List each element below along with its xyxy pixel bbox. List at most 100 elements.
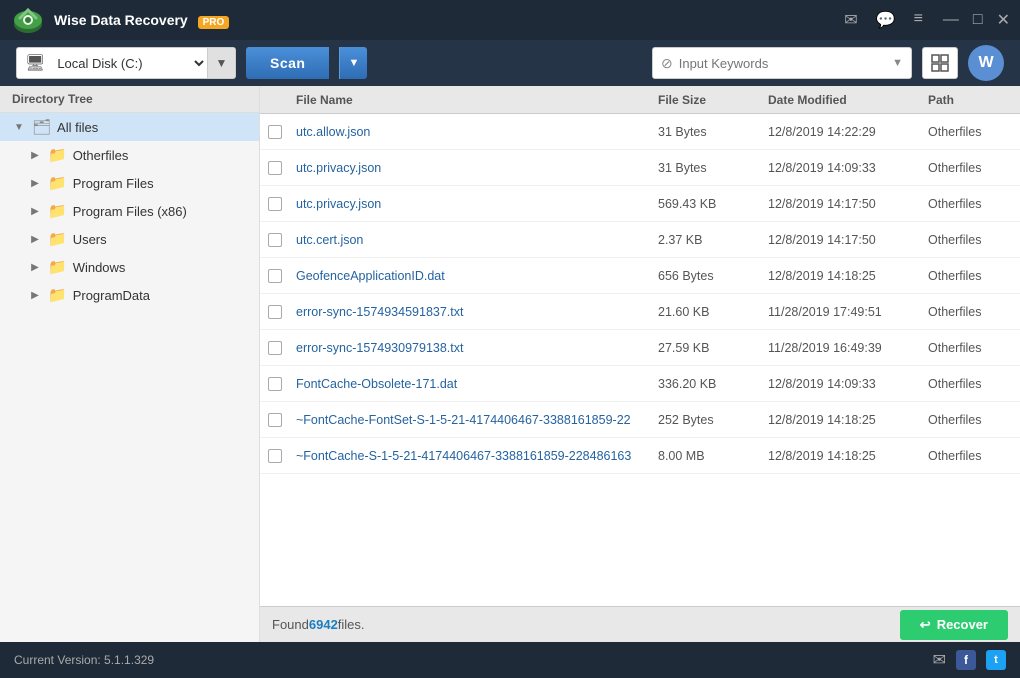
allfiles-label: All files: [57, 120, 98, 135]
recover-button[interactable]: ↩ Recover: [900, 610, 1008, 640]
minimize-button[interactable]: —: [943, 11, 959, 29]
menu-icon[interactable]: ≡: [914, 10, 923, 30]
file-checkbox-4[interactable]: [268, 269, 282, 283]
titlebar: Wise Data Recovery PRO ✉ 💬 ≡ — □ ✕: [0, 0, 1020, 40]
scan-button[interactable]: Scan: [246, 47, 329, 79]
sidebar-item-programfiles-x86[interactable]: ▶ 📁 Program Files (x86): [0, 197, 259, 225]
expand-arrow: ▶: [28, 178, 42, 189]
file-checkbox-1[interactable]: [268, 161, 282, 175]
status-bar: Found 6942 files. ↩ Recover: [260, 606, 1020, 642]
row-check-5[interactable]: [260, 305, 288, 319]
chat-icon[interactable]: 💬: [876, 10, 896, 30]
file-size-6: 27.59 KB: [650, 341, 760, 355]
close-button[interactable]: ✕: [997, 10, 1010, 30]
col-path-header[interactable]: Path: [920, 93, 1020, 107]
expand-arrow: ▶: [28, 234, 42, 245]
folder-icon: 📁: [48, 286, 67, 304]
table-row: utc.allow.json 31 Bytes 12/8/2019 14:22:…: [260, 114, 1020, 150]
file-path-0: Otherfiles: [920, 125, 1020, 139]
folder-label: Users: [73, 232, 107, 247]
sidebar-item-programdata[interactable]: ▶ 📁 ProgramData: [0, 281, 259, 309]
disk-dropdown[interactable]: Local Disk (C:): [53, 55, 207, 72]
bottom-icons: ✉ f t: [933, 650, 1006, 670]
facebook-icon[interactable]: f: [956, 650, 976, 670]
sidebar-item-windows[interactable]: ▶ 📁 Windows: [0, 253, 259, 281]
file-name-5: error-sync-1574934591837.txt: [288, 305, 650, 319]
main-content: Directory Tree ▼ 🗂 All files ▶ 📁 Otherfi…: [0, 86, 1020, 642]
file-path-7: Otherfiles: [920, 377, 1020, 391]
sidebar-item-otherfiles[interactable]: ▶ 📁 Otherfiles: [0, 141, 259, 169]
disk-dropdown-arrow[interactable]: ▼: [207, 48, 235, 78]
file-name-6: error-sync-1574930979138.txt: [288, 341, 650, 355]
file-date-9: 12/8/2019 14:18:25: [760, 449, 920, 463]
file-size-4: 656 Bytes: [650, 269, 760, 283]
row-check-3[interactable]: [260, 233, 288, 247]
file-path-4: Otherfiles: [920, 269, 1020, 283]
file-name-2: utc.privacy.json: [288, 197, 650, 211]
view-toggle-button[interactable]: [922, 47, 958, 79]
twitter-icon[interactable]: t: [986, 650, 1006, 670]
allfiles-icon: 🗂: [32, 118, 51, 136]
file-list-body: utc.allow.json 31 Bytes 12/8/2019 14:22:…: [260, 114, 1020, 606]
maximize-button[interactable]: □: [973, 11, 983, 29]
file-date-4: 12/8/2019 14:18:25: [760, 269, 920, 283]
table-row: ~FontCache-S-1-5-21-4174406467-338816185…: [260, 438, 1020, 474]
folder-label: ProgramData: [73, 288, 150, 303]
row-check-8[interactable]: [260, 413, 288, 427]
col-date-header[interactable]: Date Modified: [760, 93, 920, 107]
folder-icon: 📁: [48, 174, 67, 192]
table-row: utc.privacy.json 31 Bytes 12/8/2019 14:0…: [260, 150, 1020, 186]
file-name-4: GeofenceApplicationID.dat: [288, 269, 650, 283]
file-checkbox-3[interactable]: [268, 233, 282, 247]
search-dropdown-arrow[interactable]: ▼: [892, 57, 903, 69]
version-label: Current Version: 5.1.1.329: [14, 653, 154, 667]
table-row: GeofenceApplicationID.dat 656 Bytes 12/8…: [260, 258, 1020, 294]
sidebar-item-users[interactable]: ▶ 📁 Users: [0, 225, 259, 253]
table-row: utc.cert.json 2.37 KB 12/8/2019 14:17:50…: [260, 222, 1020, 258]
mail-icon[interactable]: ✉: [844, 10, 857, 30]
row-check-4[interactable]: [260, 269, 288, 283]
row-check-6[interactable]: [260, 341, 288, 355]
found-count: 6942: [309, 617, 338, 632]
folder-label: Program Files: [73, 176, 154, 191]
file-checkbox-6[interactable]: [268, 341, 282, 355]
search-box[interactable]: ⊘ ▼: [652, 47, 912, 79]
file-list-pane: File Name File Size Date Modified Path u…: [260, 86, 1020, 642]
file-checkbox-0[interactable]: [268, 125, 282, 139]
file-date-3: 12/8/2019 14:17:50: [760, 233, 920, 247]
row-check-0[interactable]: [260, 125, 288, 139]
row-check-9[interactable]: [260, 449, 288, 463]
file-date-8: 12/8/2019 14:18:25: [760, 413, 920, 427]
table-row: FontCache-Obsolete-171.dat 336.20 KB 12/…: [260, 366, 1020, 402]
col-size-header[interactable]: File Size: [650, 93, 760, 107]
row-check-2[interactable]: [260, 197, 288, 211]
file-path-6: Otherfiles: [920, 341, 1020, 355]
table-row: error-sync-1574934591837.txt 21.60 KB 11…: [260, 294, 1020, 330]
recover-icon: ↩: [920, 617, 931, 633]
col-name-header[interactable]: File Name: [288, 93, 650, 107]
sidebar: Directory Tree ▼ 🗂 All files ▶ 📁 Otherfi…: [0, 86, 260, 642]
file-name-1: utc.privacy.json: [288, 161, 650, 175]
sidebar-item-programfiles[interactable]: ▶ 📁 Program Files: [0, 169, 259, 197]
file-date-7: 12/8/2019 14:09:33: [760, 377, 920, 391]
file-checkbox-9[interactable]: [268, 449, 282, 463]
file-path-5: Otherfiles: [920, 305, 1020, 319]
disk-selector[interactable]: 🖥 Local Disk (C:) ▼: [16, 47, 236, 79]
sidebar-item-allfiles[interactable]: ▼ 🗂 All files: [0, 113, 259, 141]
search-input[interactable]: [679, 56, 886, 71]
folder-icon: 📁: [48, 202, 67, 220]
row-check-7[interactable]: [260, 377, 288, 391]
file-checkbox-5[interactable]: [268, 305, 282, 319]
row-check-1[interactable]: [260, 161, 288, 175]
file-name-0: utc.allow.json: [288, 125, 650, 139]
recover-label: Recover: [937, 617, 988, 632]
mail-icon[interactable]: ✉: [933, 650, 946, 670]
user-avatar[interactable]: W: [968, 45, 1004, 81]
pro-badge: PRO: [198, 16, 230, 29]
file-checkbox-8[interactable]: [268, 413, 282, 427]
scan-dropdown-button[interactable]: ▼: [339, 47, 367, 79]
file-checkbox-2[interactable]: [268, 197, 282, 211]
file-checkbox-7[interactable]: [268, 377, 282, 391]
app-title: Wise Data Recovery PRO: [54, 12, 844, 28]
file-path-8: Otherfiles: [920, 413, 1020, 427]
